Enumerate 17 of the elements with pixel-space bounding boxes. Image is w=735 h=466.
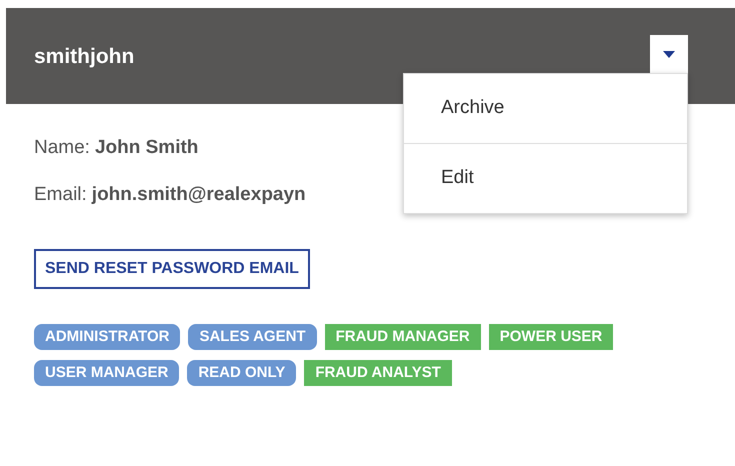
role-tag: USER MANAGER xyxy=(34,360,180,386)
role-tag: ADMINISTRATOR xyxy=(34,324,180,350)
role-tag: SALES AGENT xyxy=(188,324,317,350)
dropdown-button[interactable] xyxy=(650,35,688,73)
field-label: Email: xyxy=(34,183,87,207)
role-tag: FRAUD ANALYST xyxy=(304,360,452,386)
caret-icon xyxy=(663,50,675,58)
menu-item[interactable]: Edit xyxy=(404,144,687,213)
menu-item[interactable]: Archive xyxy=(404,74,687,143)
field-value: john.smith@realexpayn xyxy=(92,183,306,207)
field-value: John Smith xyxy=(94,136,198,160)
role-tag: READ ONLY xyxy=(187,360,296,386)
reset-password-button[interactable]: SEND RESET PASSWORD EMAIL xyxy=(34,249,310,289)
field-label: Name: xyxy=(34,136,90,160)
role-tag: POWER USER xyxy=(488,324,614,350)
role-tag: FRAUD MANAGER xyxy=(324,324,481,350)
username-title: smithjohn xyxy=(34,44,134,70)
